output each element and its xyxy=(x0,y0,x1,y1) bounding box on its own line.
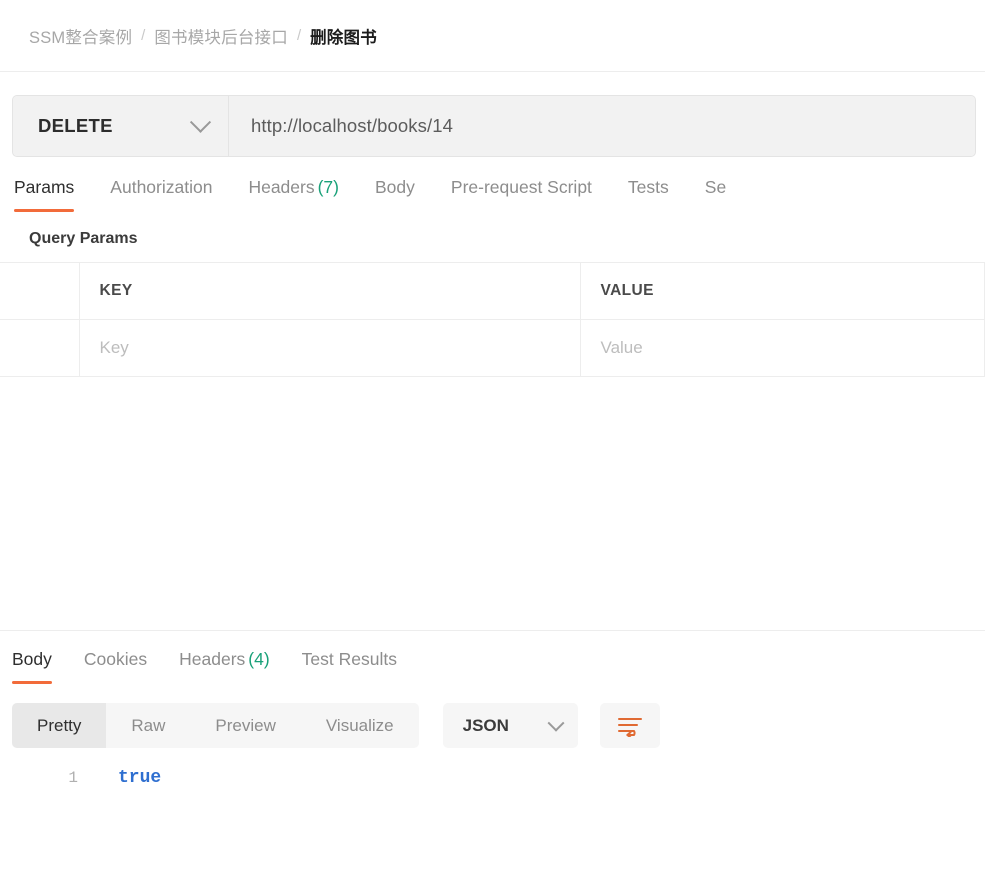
tab-tests[interactable]: Tests xyxy=(628,177,669,212)
tab-tests-label: Tests xyxy=(628,177,669,197)
column-header-checkbox xyxy=(0,263,79,320)
tab-headers-label: Headers xyxy=(248,177,314,197)
request-empty-area xyxy=(0,377,985,631)
json-boolean-value: true xyxy=(78,768,161,788)
response-tab-body[interactable]: Body xyxy=(12,649,52,684)
row-checkbox-cell[interactable] xyxy=(0,320,79,377)
tab-body-label: Body xyxy=(375,177,415,197)
breadcrumb-item-request[interactable]: 删除图书 xyxy=(310,24,377,48)
view-mode-preview-label: Preview xyxy=(215,716,275,736)
response-tab-cookies-label: Cookies xyxy=(84,649,147,669)
row-key-input[interactable]: Key xyxy=(79,320,580,377)
query-params-title: Query Params xyxy=(0,212,985,262)
column-header-value: VALUE xyxy=(580,263,985,320)
table-header-row: KEY VALUE xyxy=(0,263,985,320)
breadcrumb-item-folder[interactable]: 图书模块后台接口 xyxy=(154,24,288,48)
tab-body[interactable]: Body xyxy=(375,177,415,212)
view-mode-pretty-label: Pretty xyxy=(37,716,81,736)
response-body-viewer[interactable]: 1 true xyxy=(0,754,985,792)
view-mode-raw[interactable]: Raw xyxy=(106,703,190,748)
view-mode-visualize[interactable]: Visualize xyxy=(301,703,419,748)
breadcrumb-item-collection[interactable]: SSM整合案例 xyxy=(29,24,132,48)
tab-settings[interactable]: Se xyxy=(705,177,726,212)
response-tab-body-label: Body xyxy=(12,649,52,669)
tab-headers[interactable]: Headers(7) xyxy=(248,177,339,212)
row-value-input[interactable]: Value xyxy=(580,320,985,377)
response-tab-test-results-label: Test Results xyxy=(302,649,397,669)
query-params-table: KEY VALUE Key Value xyxy=(0,262,985,377)
view-mode-visualize-label: Visualize xyxy=(326,716,394,736)
response-tab-test-results[interactable]: Test Results xyxy=(302,649,397,684)
response-tab-headers-count: (4) xyxy=(248,649,269,669)
tab-pre-request-script[interactable]: Pre-request Script xyxy=(451,177,592,212)
chevron-down-icon xyxy=(547,714,564,731)
breadcrumb: SSM整合案例 / 图书模块后台接口 / 删除图书 xyxy=(0,0,985,72)
request-tabs: Params Authorization Headers(7) Body Pre… xyxy=(0,155,985,212)
word-wrap-button[interactable] xyxy=(600,703,660,748)
tab-pre-request-script-label: Pre-request Script xyxy=(451,177,592,197)
response-tab-cookies[interactable]: Cookies xyxy=(84,649,147,684)
response-format-label: JSON xyxy=(463,716,509,736)
tab-authorization[interactable]: Authorization xyxy=(110,177,212,212)
code-line: 1 true xyxy=(0,764,985,792)
response-tabs: Body Cookies Headers(4) Test Results xyxy=(0,631,985,684)
word-wrap-icon xyxy=(617,715,643,737)
response-tab-headers[interactable]: Headers(4) xyxy=(179,649,270,684)
column-header-key: KEY xyxy=(79,263,580,320)
tab-settings-label: Se xyxy=(705,177,726,197)
table-row: Key Value xyxy=(0,320,985,377)
chevron-down-icon xyxy=(190,111,211,132)
request-url-input[interactable]: http://localhost/books/14 xyxy=(229,96,975,156)
request-url-row: DELETE http://localhost/books/14 xyxy=(0,72,985,155)
view-mode-preview[interactable]: Preview xyxy=(190,703,300,748)
line-number: 1 xyxy=(0,769,78,787)
http-method-label: DELETE xyxy=(38,115,113,137)
tab-headers-count: (7) xyxy=(318,177,339,197)
request-url-bar: DELETE http://localhost/books/14 xyxy=(12,95,976,157)
http-method-select[interactable]: DELETE xyxy=(13,96,229,156)
response-tab-headers-label: Headers xyxy=(179,649,245,669)
breadcrumb-separator: / xyxy=(297,27,301,44)
tab-authorization-label: Authorization xyxy=(110,177,212,197)
tab-params-label: Params xyxy=(14,177,74,197)
view-mode-pretty[interactable]: Pretty xyxy=(12,703,106,748)
response-view-mode-group: Pretty Raw Preview Visualize xyxy=(12,703,419,748)
response-toolbar: Pretty Raw Preview Visualize JSON xyxy=(0,684,985,754)
breadcrumb-separator: / xyxy=(141,27,145,44)
tab-params[interactable]: Params xyxy=(14,177,74,212)
response-format-select[interactable]: JSON xyxy=(443,703,578,748)
view-mode-raw-label: Raw xyxy=(131,716,165,736)
